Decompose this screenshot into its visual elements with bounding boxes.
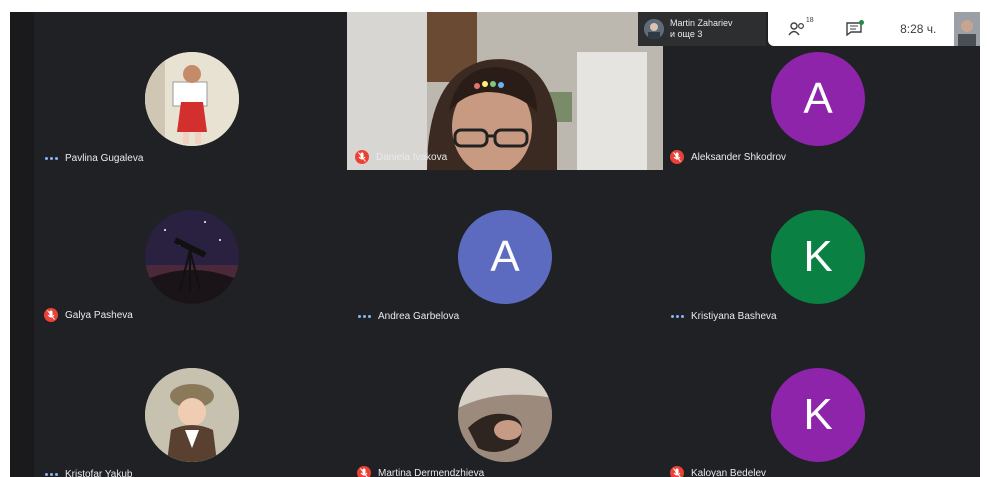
chat-unread-dot	[858, 20, 864, 25]
letter-avatar: K	[771, 210, 865, 304]
chat-icon[interactable]	[843, 20, 865, 38]
meeting-clock: 8:28 ч.	[900, 22, 937, 36]
presenter-name: Martin Zahariev	[670, 18, 733, 28]
participant-photo-avatar	[145, 368, 239, 462]
letter-avatar: K	[771, 368, 865, 462]
presenter-avatar	[644, 19, 664, 39]
participant-name: Kristofar Yakub	[65, 469, 133, 477]
more-dots-icon	[670, 315, 684, 318]
participant-name: Andrea Garbelova	[378, 311, 460, 322]
avatar-letter: A	[490, 232, 520, 281]
people-count-badge: 18	[805, 17, 814, 24]
avatar-letter: K	[803, 232, 833, 281]
participant-name: Daniela Ivakova	[376, 151, 448, 163]
avatar-letter: K	[803, 390, 833, 439]
left-edge	[10, 12, 34, 477]
more-dots-icon	[44, 157, 58, 160]
meeting-toolbar: 18 8:28 ч.	[768, 12, 954, 46]
more-dots-icon	[44, 473, 58, 476]
participant-tile[interactable]: Pavlina Gugaleva	[37, 20, 347, 170]
video-tile[interactable]: Daniela Ivakova	[347, 12, 663, 170]
mic-off-icon	[355, 150, 369, 164]
participant-name: Kristiyana Basheva	[691, 311, 777, 322]
participant-tile[interactable]: Galya Pasheva	[37, 178, 347, 328]
people-icon[interactable]: 18	[786, 17, 814, 38]
participant-name: Aleksander Shkodrov	[691, 151, 787, 163]
letter-avatar: A	[771, 52, 865, 146]
participant-tile[interactable]: A Andrea Garbelova	[350, 178, 660, 328]
participant-name: Kaloyan Bedelev	[691, 467, 767, 477]
self-view-thumbnail[interactable]	[954, 12, 980, 46]
presenter-subtitle: и още 3	[670, 29, 703, 39]
participant-photo-avatar	[145, 210, 239, 304]
participant-tile[interactable]: K Kristiyana Basheva	[663, 178, 973, 328]
mic-off-icon	[670, 466, 684, 477]
letter-avatar: A	[458, 210, 552, 304]
video-feed	[347, 12, 663, 170]
participant-tile[interactable]: Martina Dermendzhieva	[350, 336, 660, 477]
participant-tile[interactable]: Kristofar Yakub	[37, 336, 347, 477]
participant-tile[interactable]: K Kaloyan Bedelev	[663, 336, 973, 477]
more-dots-icon	[357, 315, 371, 318]
participant-name: Pavlina Gugaleva	[65, 153, 144, 164]
participant-name: Martina Dermendzhieva	[378, 467, 485, 477]
participant-photo-avatar	[145, 52, 239, 146]
participant-photo-avatar	[458, 368, 552, 462]
participant-name: Galya Pasheva	[65, 309, 133, 321]
mic-off-icon	[357, 466, 371, 477]
mic-off-icon	[670, 150, 684, 164]
mic-off-icon	[44, 308, 58, 322]
avatar-letter: A	[803, 74, 833, 123]
presenter-chip[interactable]: Martin Zahariev и още 3	[638, 12, 766, 46]
meeting-grid: Pavlina Gugaleva Daniela Ivakova A Aleks…	[10, 12, 980, 477]
